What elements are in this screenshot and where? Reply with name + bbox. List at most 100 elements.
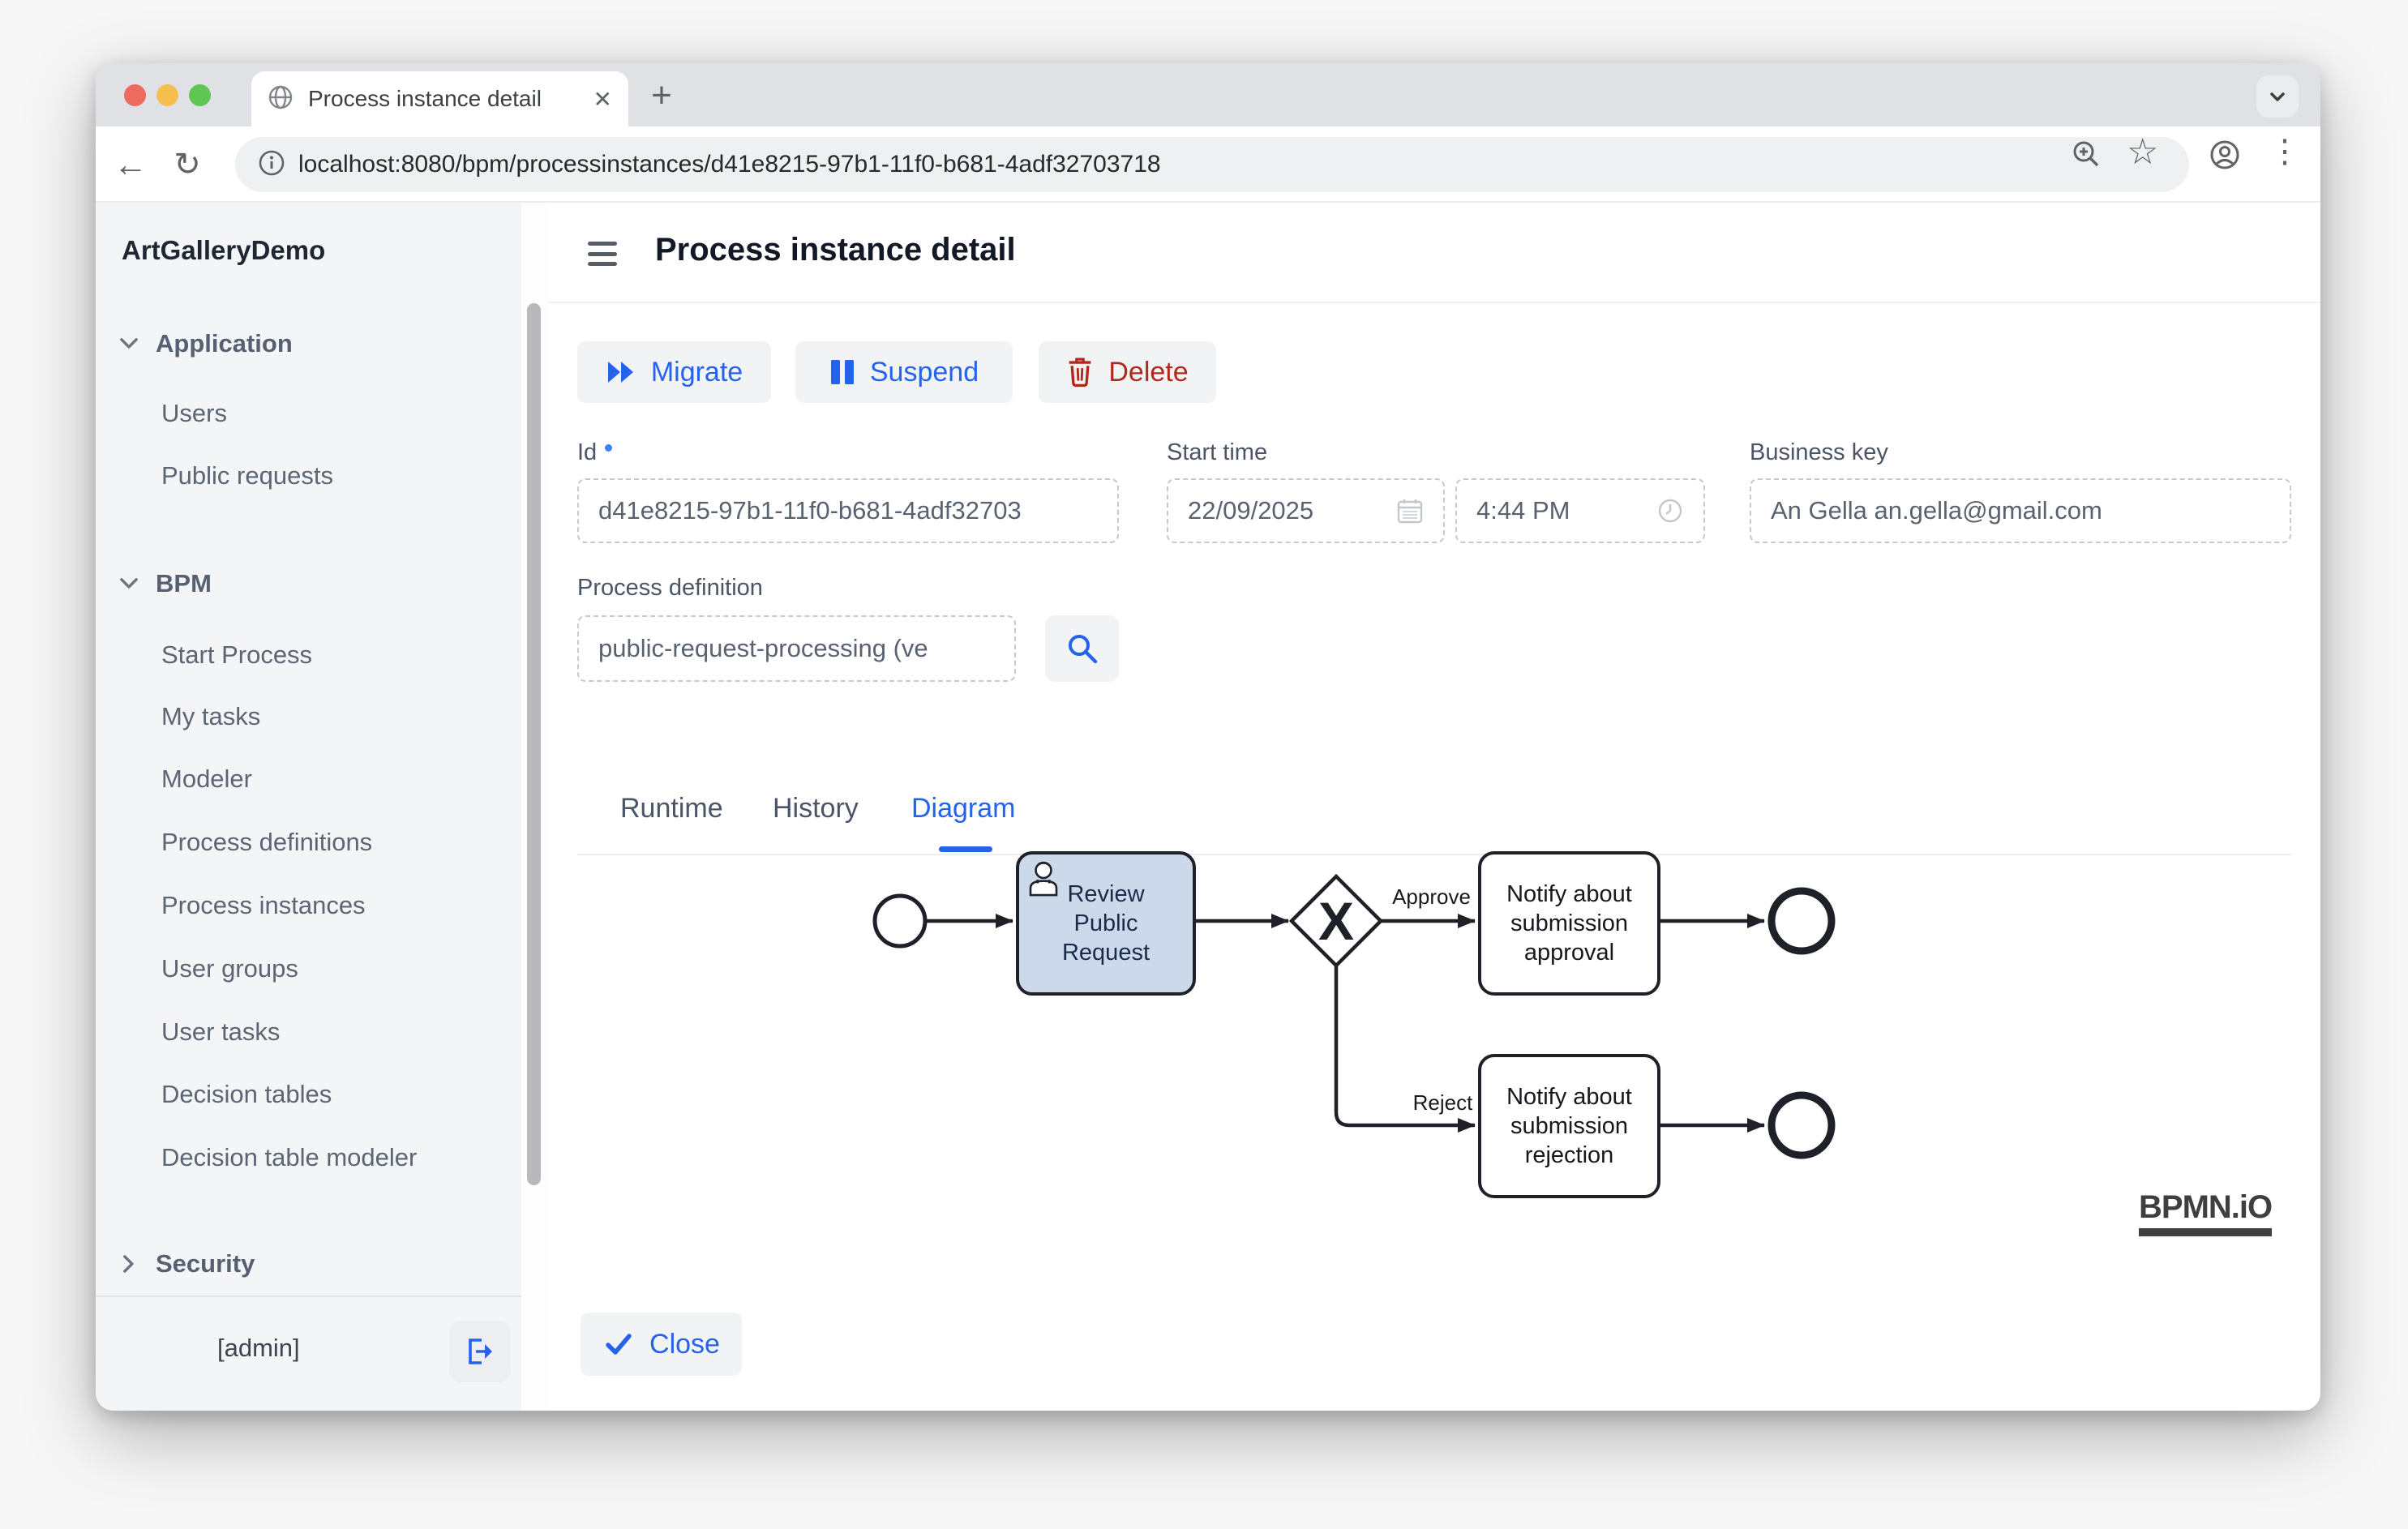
suspend-label: Suspend <box>870 357 979 388</box>
browser-tab[interactable]: Process instance detail ✕ <box>251 71 628 126</box>
flow-label-approve: Approve <box>1385 884 1478 910</box>
sidebar: ArtGalleryDemo Application Users Public … <box>96 203 521 1411</box>
clock-icon <box>1656 497 1684 525</box>
section-label: BPM <box>156 569 212 598</box>
gateway-x-symbol: X <box>1318 891 1354 951</box>
start-date-field[interactable]: 22/09/2025 <box>1167 478 1445 543</box>
business-key-label: Business key <box>1750 439 1888 466</box>
page-content: ArtGalleryDemo Application Users Public … <box>96 203 2320 1411</box>
time-value: 4:44 PM <box>1476 496 1570 525</box>
menu-toggle-button[interactable] <box>588 242 617 266</box>
sidebar-section-bpm[interactable]: BPM <box>96 566 521 602</box>
user-task-review-public-request[interactable]: Review Public Request <box>1016 851 1196 996</box>
pause-icon <box>829 358 855 386</box>
chevron-down-icon <box>2266 85 2289 108</box>
browser-menu-icon[interactable]: ⋮ <box>2269 133 2301 165</box>
close-label: Close <box>649 1329 720 1360</box>
section-label: Application <box>156 329 293 358</box>
business-key-value: An Gella an.gella@gmail.com <box>1771 496 2102 525</box>
task-notify-approval[interactable]: Notify about submission approval <box>1478 851 1660 996</box>
reload-button[interactable]: ↻ <box>167 126 208 203</box>
close-button[interactable]: Close <box>581 1313 742 1376</box>
section-label: Security <box>156 1249 255 1278</box>
chevron-down-icon <box>118 333 139 354</box>
fast-forward-icon <box>606 358 636 386</box>
desktop-background: Process instance detail ✕ + ← ↻ localhos… <box>0 0 2408 1529</box>
address-bar[interactable]: localhost:8080/bpm/processinstances/d41e… <box>235 137 2189 192</box>
start-event[interactable] <box>875 896 925 946</box>
favicon-globe-icon <box>268 84 294 114</box>
sidebar-item-users[interactable]: Users <box>161 399 227 428</box>
sidebar-item-my-tasks[interactable]: My tasks <box>161 702 260 731</box>
end-event-approval[interactable] <box>1772 891 1832 951</box>
sidebar-scrollbar-thumb[interactable] <box>527 303 541 1185</box>
required-dot <box>605 444 612 452</box>
process-definition-field[interactable]: public-request-processing (ve <box>577 615 1016 682</box>
bookmark-star-icon[interactable]: ☆ <box>2127 131 2159 164</box>
tab-search-chevron-button[interactable] <box>2256 75 2299 118</box>
logout-icon <box>462 1334 498 1369</box>
migrate-button[interactable]: Migrate <box>577 341 771 403</box>
start-time-label: Start time <box>1167 439 1267 466</box>
id-label: Id <box>577 439 612 466</box>
browser-tabstrip: Process instance detail ✕ + <box>96 63 2320 126</box>
profile-icon[interactable] <box>2208 138 2240 170</box>
sidebar-scrollbar[interactable] <box>521 203 548 1411</box>
bpmn-io-logo: BPMN.iO <box>2139 1189 2272 1236</box>
sidebar-section-security[interactable]: Security <box>96 1246 521 1282</box>
end-event-rejection[interactable] <box>1772 1095 1832 1155</box>
close-window-button[interactable] <box>124 84 146 106</box>
page-title: Process instance detail <box>655 232 1016 268</box>
bpmn-diagram-canvas[interactable]: X <box>548 790 2320 1342</box>
tab-close-icon[interactable]: ✕ <box>593 86 612 113</box>
search-icon <box>1065 631 1100 666</box>
sidebar-item-modeler[interactable]: Modeler <box>161 764 252 794</box>
id-field[interactable]: d41e8215-97b1-11f0-b681-4adf32703 <box>577 478 1119 543</box>
new-tab-button[interactable]: + <box>644 78 679 113</box>
check-icon <box>602 1328 635 1360</box>
header-divider <box>548 302 2320 303</box>
process-definition-value: public-request-processing (ve <box>598 634 928 663</box>
id-value: d41e8215-97b1-11f0-b681-4adf32703 <box>598 496 1022 525</box>
tab-title: Process instance detail <box>308 86 593 112</box>
sidebar-section-application[interactable]: Application <box>96 326 521 362</box>
bpmn-flow-svg: X <box>548 790 2320 1342</box>
logged-in-user: [admin] <box>217 1334 300 1363</box>
back-button[interactable]: ← <box>110 126 151 203</box>
task-notify-rejection[interactable]: Notify about submission rejection <box>1478 1054 1660 1198</box>
process-definition-label: Process definition <box>577 575 763 602</box>
sidebar-footer-divider <box>96 1296 548 1297</box>
minimize-window-button[interactable] <box>156 84 178 106</box>
app-title: ArtGalleryDemo <box>122 235 325 266</box>
main-panel: Process instance detail Migrate Suspend <box>548 203 2320 1411</box>
sidebar-item-user-tasks[interactable]: User tasks <box>161 1017 280 1047</box>
sidebar-item-decision-table-modeler[interactable]: Decision table modeler <box>161 1143 417 1172</box>
process-definition-search-button[interactable] <box>1045 615 1119 682</box>
sidebar-item-public-requests[interactable]: Public requests <box>161 461 333 490</box>
sidebar-item-process-definitions[interactable]: Process definitions <box>161 828 372 857</box>
suspend-button[interactable]: Suspend <box>795 341 1013 403</box>
logout-button[interactable] <box>449 1321 511 1382</box>
chevron-right-icon <box>118 1253 139 1274</box>
site-info-icon[interactable] <box>256 148 287 182</box>
chevron-down-icon <box>118 573 139 594</box>
task-label: Notify about submission approval <box>1496 880 1643 968</box>
delete-label: Delete <box>1108 357 1188 388</box>
flow-label-reject: Reject <box>1396 1090 1489 1116</box>
sidebar-item-process-instances[interactable]: Process instances <box>161 891 366 920</box>
trash-icon <box>1066 357 1094 388</box>
start-time-field[interactable]: 4:44 PM <box>1455 478 1705 543</box>
delete-button[interactable]: Delete <box>1039 341 1216 403</box>
sidebar-item-start-process[interactable]: Start Process <box>161 640 312 670</box>
zoom-window-button[interactable] <box>189 84 211 106</box>
browser-window: Process instance detail ✕ + ← ↻ localhos… <box>96 63 2320 1411</box>
business-key-field[interactable]: An Gella an.gella@gmail.com <box>1750 478 2291 543</box>
sidebar-item-user-groups[interactable]: User groups <box>161 954 298 983</box>
user-task-person-icon <box>1026 859 1061 905</box>
sidebar-item-decision-tables[interactable]: Decision tables <box>161 1080 332 1109</box>
browser-toolbar: ← ↻ localhost:8080/bpm/processinstances/… <box>96 126 2320 203</box>
task-label: Notify about submission rejection <box>1496 1082 1643 1171</box>
date-value: 22/09/2025 <box>1188 496 1313 525</box>
zoom-icon[interactable] <box>2070 138 2102 170</box>
migrate-label: Migrate <box>651 357 743 388</box>
